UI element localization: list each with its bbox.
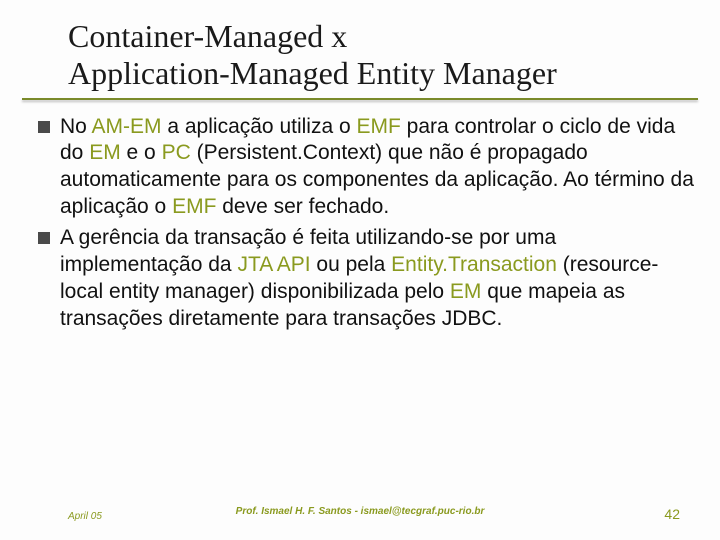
highlight-term: AM-EM — [92, 115, 162, 138]
text-run: a aplicação utiliza o — [162, 115, 357, 138]
footer-date: April 05 — [68, 511, 102, 522]
slide: Container-Managed x Application-Managed … — [0, 0, 720, 540]
footer-author: Prof. Ismael H. F. Santos - ismael@tecgr… — [236, 506, 485, 517]
highlight-term: EM — [89, 141, 121, 164]
title-line-1: Container-Managed x — [68, 18, 347, 54]
highlight-term: EMF — [172, 195, 216, 218]
bullet-item: A gerência da transação é feita utilizan… — [38, 225, 696, 333]
text-run: ou pela — [311, 253, 392, 276]
bullet-text: No AM-EM a aplicação utiliza o EMF para … — [60, 114, 696, 222]
text-run: deve ser fechado. — [216, 195, 389, 218]
text-run: No — [60, 115, 92, 138]
footer-page-number: 42 — [664, 506, 680, 522]
bullet-text: A gerência da transação é feita utilizan… — [60, 225, 696, 333]
text-run: e o — [121, 141, 162, 164]
highlight-term: EM — [450, 280, 482, 303]
square-bullet-icon — [38, 121, 50, 133]
square-bullet-icon — [38, 232, 50, 244]
highlight-term: EMF — [356, 115, 400, 138]
content-area: No AM-EM a aplicação utiliza o EMF para … — [0, 100, 720, 333]
slide-title: Container-Managed x Application-Managed … — [0, 18, 720, 92]
highlight-term: PC — [162, 141, 191, 164]
highlight-term: JTA API — [237, 253, 310, 276]
highlight-term: Entity.Transaction — [391, 253, 557, 276]
footer: April 05 Prof. Ismael H. F. Santos - ism… — [0, 506, 720, 522]
bullet-item: No AM-EM a aplicação utiliza o EMF para … — [38, 114, 696, 222]
title-line-2: Application-Managed Entity Manager — [68, 55, 557, 91]
